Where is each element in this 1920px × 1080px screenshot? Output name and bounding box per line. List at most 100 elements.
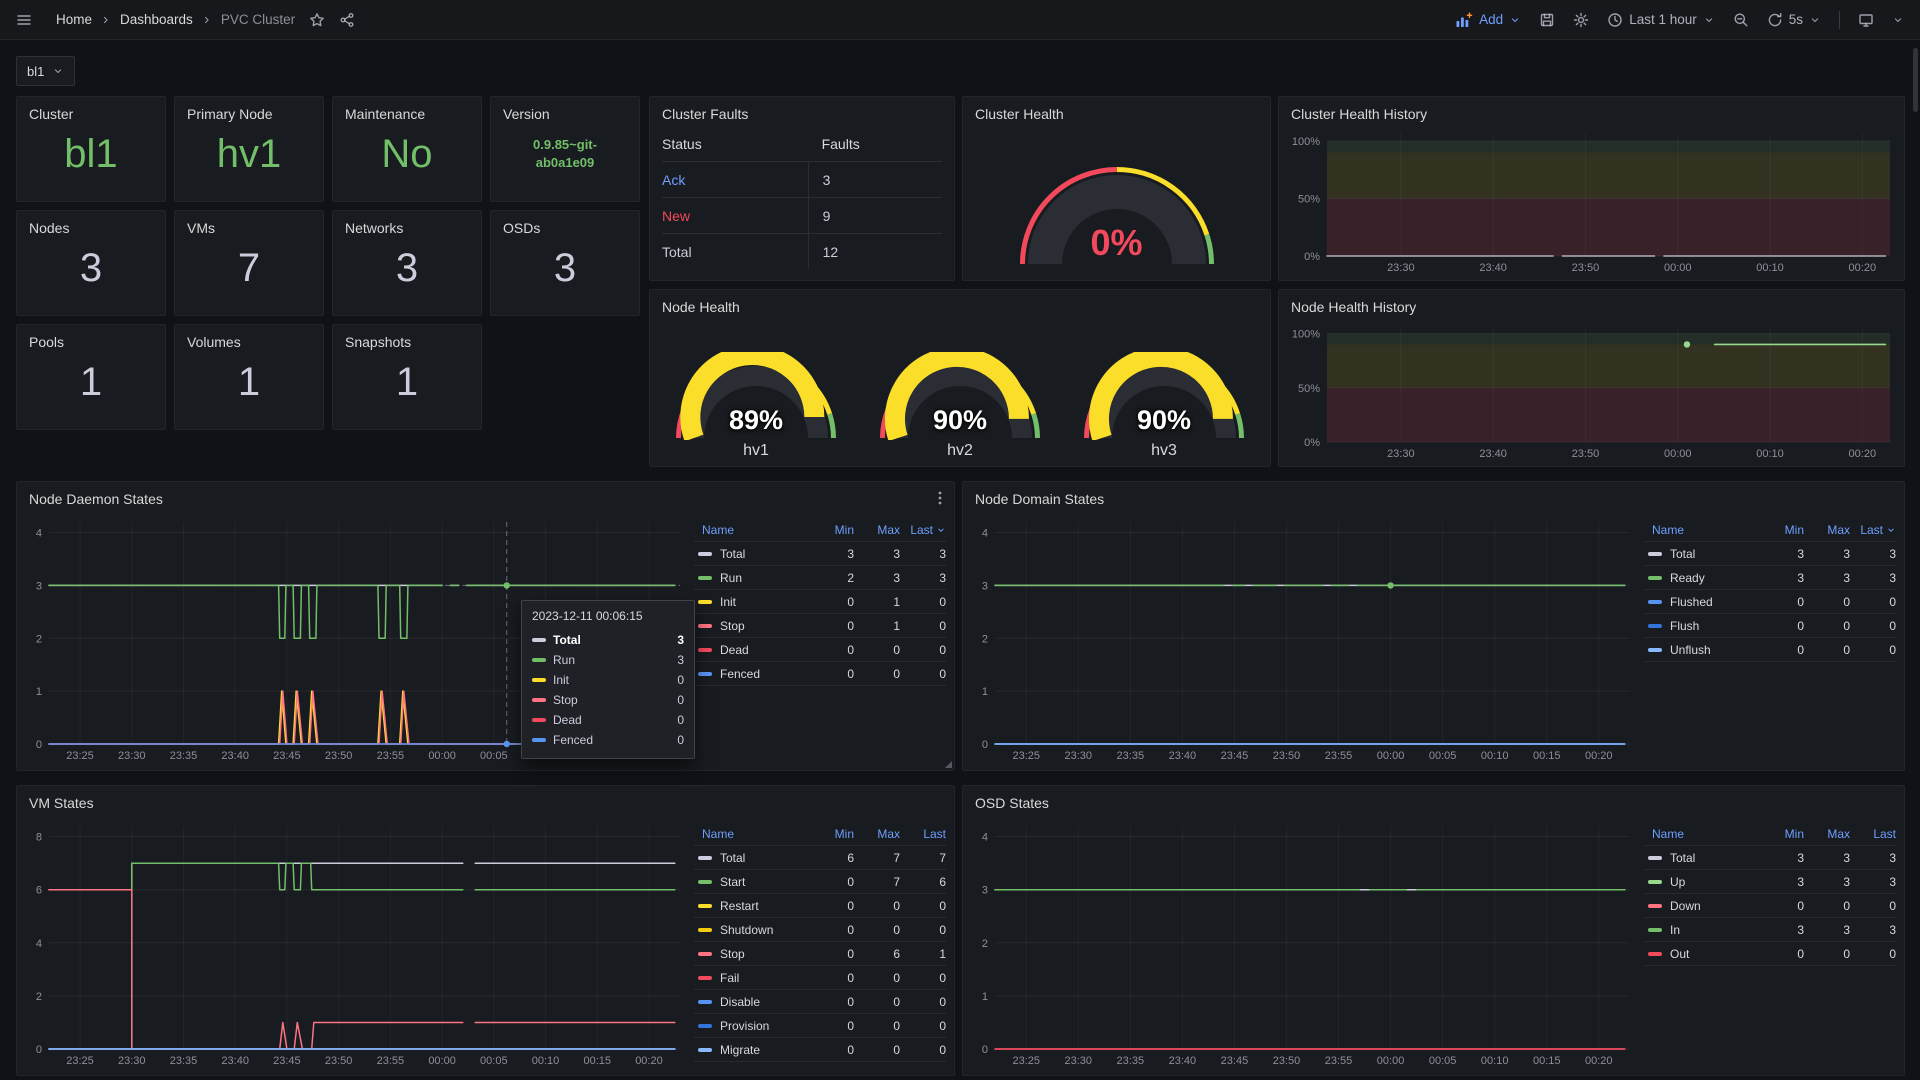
legend-row[interactable]: Stop 0 1 0 (694, 614, 946, 638)
legend-row[interactable]: Down 0 0 0 (1644, 894, 1896, 918)
legend-col-name[interactable]: Name (694, 523, 808, 537)
legend-col-name[interactable]: Name (1644, 827, 1758, 841)
legend-row[interactable]: Ready 3 3 3 (1644, 566, 1896, 590)
cluster-health-value: 0% (963, 222, 1270, 264)
panel-menu-icon[interactable] (932, 490, 948, 506)
series-max: 1 (854, 619, 900, 633)
svg-text:23:45: 23:45 (273, 1055, 301, 1067)
series-min: 0 (1758, 595, 1804, 609)
legend-row[interactable]: Restart 0 0 0 (694, 894, 946, 918)
column-header-status[interactable]: Status (662, 136, 808, 152)
legend-col-last[interactable]: Last (900, 827, 946, 841)
svg-text:23:55: 23:55 (1325, 750, 1353, 762)
legend-col-last[interactable]: Last (900, 523, 946, 537)
panel-title[interactable]: Node Health (650, 290, 1270, 315)
series-swatch (1648, 904, 1662, 908)
svg-text:6: 6 (36, 885, 42, 897)
panel-title[interactable]: Cluster Health (963, 97, 1270, 122)
legend-row[interactable]: Run 2 3 3 (694, 566, 946, 590)
series-min: 0 (808, 1019, 854, 1033)
legend-row[interactable]: Start 0 7 6 (694, 870, 946, 894)
panel-title[interactable]: Cluster Health History (1279, 97, 1904, 122)
legend-col-max[interactable]: Max (854, 827, 900, 841)
fault-count-cell: 3 (808, 162, 942, 197)
legend-row[interactable]: Dead 0 0 0 (694, 638, 946, 662)
legend-col-min[interactable]: Min (1758, 827, 1804, 841)
series-swatch (1648, 856, 1662, 860)
legend-header: Name Min Max Last (694, 518, 946, 542)
legend-col-max[interactable]: Max (1804, 827, 1850, 841)
panel-title[interactable]: Cluster Faults (650, 97, 954, 122)
legend-row[interactable]: In 3 3 3 (1644, 918, 1896, 942)
fault-status-cell[interactable]: New (662, 208, 808, 224)
legend-row[interactable]: Stop 0 6 1 (694, 942, 946, 966)
node-health-history-chart[interactable]: 0%50%100%23:3023:4023:5000:0000:1000:20 (1285, 320, 1896, 462)
legend-col-min[interactable]: Min (808, 827, 854, 841)
legend-col-name[interactable]: Name (1644, 523, 1758, 537)
legend-row[interactable]: Flushed 0 0 0 (1644, 590, 1896, 614)
svg-text:23:55: 23:55 (1325, 1055, 1353, 1067)
legend-col-last[interactable]: Last (1850, 827, 1896, 841)
panel-title[interactable]: Node Domain States (963, 482, 1904, 507)
node-domain-states-chart[interactable]: 0123423:2523:3023:3523:4023:4523:5023:55… (969, 516, 1636, 764)
series-max: 3 (854, 571, 900, 585)
legend-table: Name Min Max Last Total 3 3 3 Ready 3 3 … (1644, 518, 1896, 662)
legend-row[interactable]: Total 3 3 3 (694, 542, 946, 566)
column-header-faults[interactable]: Faults (808, 126, 942, 161)
series-last: 3 (1850, 923, 1896, 937)
fault-status-cell[interactable]: Total (662, 244, 808, 260)
legend-row[interactable]: Total 3 3 3 (1644, 542, 1896, 566)
svg-text:00:10: 00:10 (1756, 448, 1784, 460)
series-name: Up (1670, 875, 1685, 889)
svg-text:100%: 100% (1292, 136, 1320, 148)
legend-col-name[interactable]: Name (694, 827, 808, 841)
fault-status-cell[interactable]: Ack (662, 172, 808, 188)
legend-row[interactable]: Flush 0 0 0 (1644, 614, 1896, 638)
svg-text:23:40: 23:40 (221, 1055, 249, 1067)
legend-row[interactable]: Init 0 1 0 (694, 590, 946, 614)
panel-title[interactable]: Node Health History (1279, 290, 1904, 315)
svg-text:2: 2 (36, 633, 42, 645)
legend-row[interactable]: Unflush 0 0 0 (1644, 638, 1896, 662)
legend-row[interactable]: Out 0 0 0 (1644, 942, 1896, 966)
tooltip-row: Init 0 (532, 670, 684, 690)
node-gauge-cell: 89% hv1 (658, 352, 854, 460)
legend-row[interactable]: Fail 0 0 0 (694, 966, 946, 990)
legend-col-max[interactable]: Max (1804, 523, 1850, 537)
osd-states-chart[interactable]: 0123423:2523:3023:3523:4023:4523:5023:55… (969, 820, 1636, 1069)
legend-row[interactable]: Disable 0 0 0 (694, 990, 946, 1014)
svg-text:2: 2 (982, 938, 988, 950)
legend-row[interactable]: Migrate 0 0 0 (694, 1038, 946, 1062)
series-swatch (698, 1024, 712, 1028)
series-last: 3 (1850, 571, 1896, 585)
legend-col-min[interactable]: Min (1758, 523, 1804, 537)
svg-text:23:50: 23:50 (1273, 1055, 1301, 1067)
panel-title[interactable]: OSD States (963, 786, 1904, 811)
series-min: 0 (808, 667, 854, 681)
chart-tooltip: 2023-12-11 00:06:15 Total 3 Run 3 Init 0 (521, 600, 695, 759)
svg-text:23:40: 23:40 (1479, 448, 1507, 460)
series-name: Dead (720, 643, 749, 657)
svg-text:00:15: 00:15 (1533, 1055, 1561, 1067)
legend-row[interactable]: Fenced 0 0 0 (694, 662, 946, 686)
cluster-health-history-chart[interactable]: 0%50%100%23:3023:4023:5000:0000:1000:20 (1285, 127, 1896, 276)
legend-col-last[interactable]: Last (1850, 523, 1896, 537)
legend-header: Name Min Max Last (694, 822, 946, 846)
legend-row[interactable]: Shutdown 0 0 0 (694, 918, 946, 942)
legend-row[interactable]: Total 3 3 3 (1644, 846, 1896, 870)
legend-row[interactable]: Up 3 3 3 (1644, 870, 1896, 894)
tooltip-series-value: 3 (677, 633, 684, 647)
legend-col-max[interactable]: Max (854, 523, 900, 537)
vm-states-chart[interactable]: 0246823:2523:3023:3523:4023:4523:5023:55… (23, 820, 686, 1069)
legend-row[interactable]: Total 6 7 7 (694, 846, 946, 870)
panel-title[interactable]: Node Daemon States (17, 482, 954, 507)
legend-col-min[interactable]: Min (808, 523, 854, 537)
panel-resize-handle[interactable] (945, 761, 952, 768)
tooltip-series-name: Dead (553, 713, 582, 727)
stat-title: Snapshots (333, 325, 481, 350)
svg-text:00:00: 00:00 (1664, 448, 1692, 460)
tooltip-series-value: 0 (677, 673, 684, 687)
series-name: Total (720, 547, 745, 561)
panel-title[interactable]: VM States (17, 786, 954, 811)
legend-row[interactable]: Provision 0 0 0 (694, 1014, 946, 1038)
